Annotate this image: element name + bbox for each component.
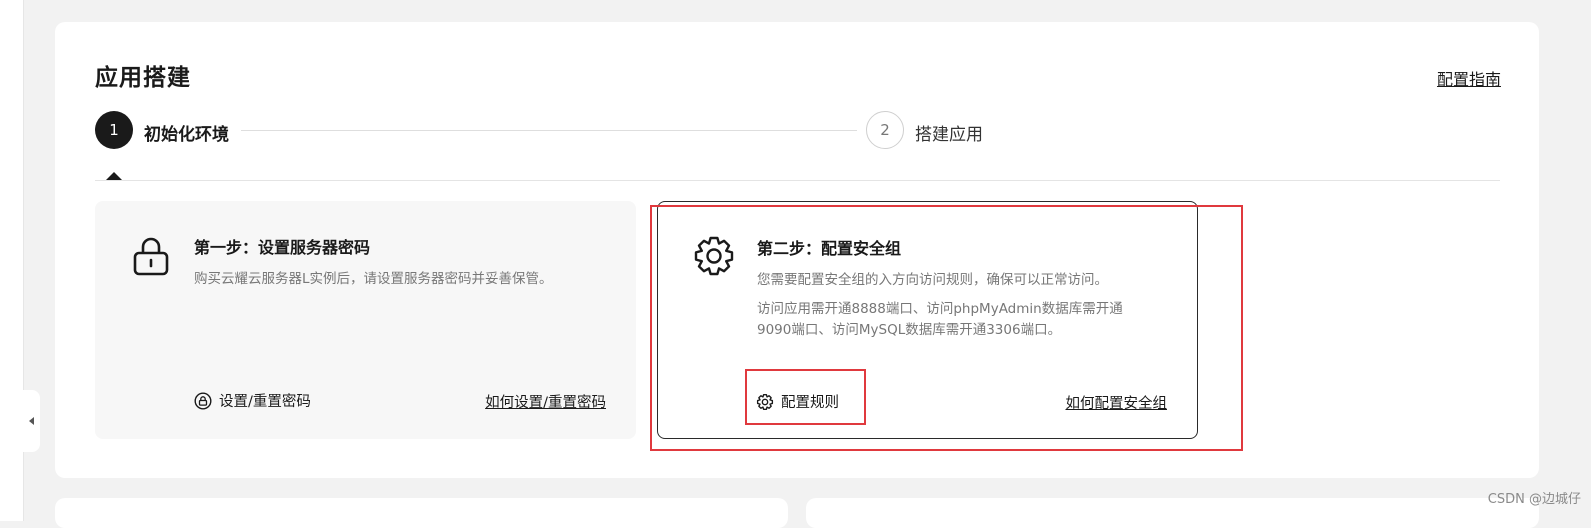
card-title: 第一步：设置服务器密码	[194, 238, 371, 257]
lock-circle-icon	[194, 391, 212, 410]
password-help-link[interactable]: 如何设置/重置密码	[485, 391, 606, 412]
page-title: 应用搭建	[95, 65, 191, 91]
active-step-pointer	[106, 172, 122, 180]
stepper: 1 初始化环境 2 搭建应用	[95, 111, 1500, 151]
step-2-label[interactable]: 搭建应用	[915, 120, 983, 145]
step-2-indicator[interactable]: 2	[866, 111, 904, 149]
highlight-box-button	[745, 369, 866, 425]
step-1-indicator[interactable]: 1	[95, 111, 133, 149]
sidebar-collapse-toggle[interactable]	[22, 390, 40, 452]
left-sidebar-rail	[0, 0, 24, 521]
card-description: 购买云耀云服务器L实例后，请设置服务器密码并妥善保管。	[194, 269, 604, 290]
card-set-password: 第一步：设置服务器密码 购买云耀云服务器L实例后，请设置服务器密码并妥善保管。 …	[95, 201, 636, 439]
config-guide-link[interactable]: 配置指南	[1437, 66, 1501, 90]
reset-password-label: 设置/重置密码	[219, 394, 311, 410]
step-divider	[95, 180, 1500, 181]
highlight-box-card	[650, 205, 1243, 451]
lock-icon	[133, 237, 169, 276]
card-desc-line: 购买云耀云服务器L实例后，请设置服务器密码并妥善保管。	[194, 271, 553, 287]
step-connector	[241, 130, 857, 131]
bottom-panel-left	[55, 498, 788, 528]
reset-password-button[interactable]: 设置/重置密码	[194, 390, 311, 411]
bottom-panel-right	[806, 498, 1539, 528]
step-1-label[interactable]: 初始化环境	[144, 120, 229, 145]
watermark: CSDN @边城仔	[1487, 492, 1581, 507]
caret-left-icon	[28, 417, 34, 425]
